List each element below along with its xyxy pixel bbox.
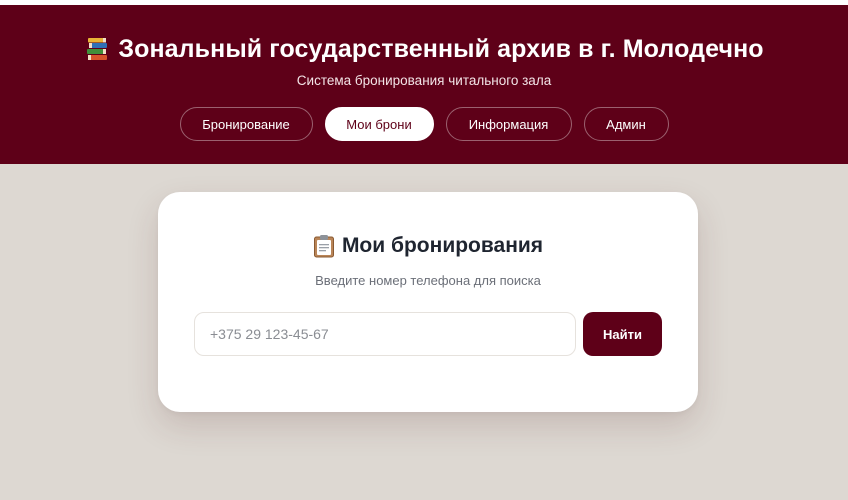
books-icon [84, 36, 110, 62]
card-title-row: Мои бронирования [158, 232, 698, 260]
my-bookings-card: Мои бронирования Введите номер телефона … [158, 192, 698, 412]
app-subtitle: Система бронирования читального зала [296, 73, 552, 88]
title-row: Зональный государственный архив в г. Мол… [0, 32, 848, 66]
nav-booking-button[interactable]: Бронирование [179, 107, 313, 141]
main-nav: Бронирование Мои брони Информация Админ [0, 107, 848, 141]
page: Зональный государственный архив в г. Мол… [0, 0, 848, 500]
phone-input[interactable] [194, 312, 576, 356]
card-hint: Введите номер телефона для поиска [315, 273, 541, 288]
nav-my-bookings-button[interactable]: Мои брони [324, 107, 434, 141]
search-button[interactable]: Найти [583, 312, 662, 356]
clipboard-icon [313, 234, 335, 258]
card-title: Мои бронирования [341, 234, 544, 257]
nav-admin-button[interactable]: Админ [583, 107, 669, 141]
app-title: Зональный государственный архив в г. Мол… [118, 34, 764, 63]
nav-info-button[interactable]: Информация [445, 107, 572, 141]
site-header: Зональный государственный архив в г. Мол… [0, 5, 848, 164]
